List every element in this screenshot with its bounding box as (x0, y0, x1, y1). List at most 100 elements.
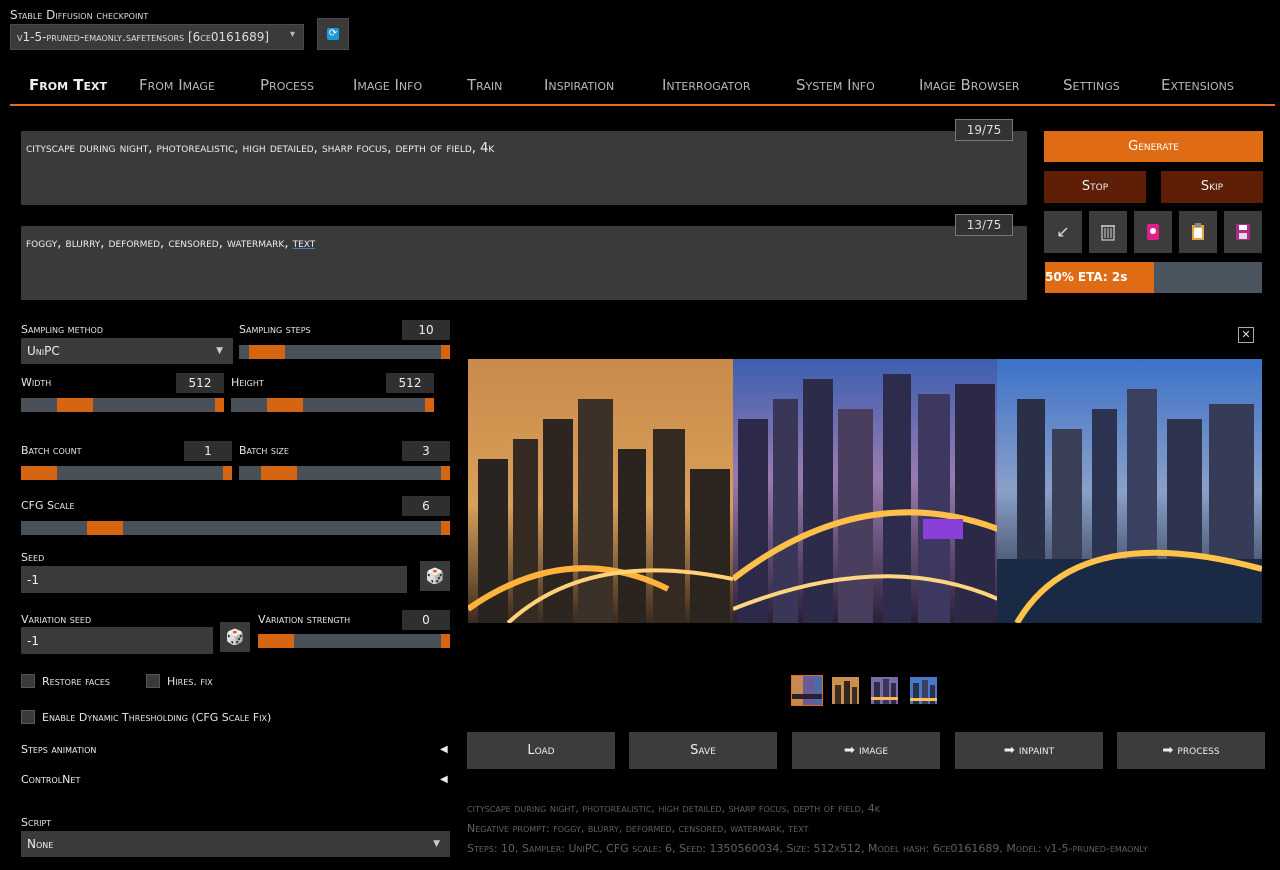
slider-thumb[interactable] (258, 634, 294, 648)
style-icon (1147, 224, 1159, 240)
batch-count-label: Batch count (21, 444, 82, 457)
sampling-steps-slider[interactable] (239, 345, 450, 359)
slider-thumb[interactable] (57, 398, 93, 412)
tab-image-info[interactable]: Image Info (353, 76, 422, 94)
controlnet-header[interactable]: ControlNet (21, 773, 80, 786)
dynamic-thresholding-checkbox[interactable] (21, 710, 35, 724)
send-to-inpaint-button[interactable]: ➡ inpaint (955, 732, 1103, 769)
hires-fix-checkbox[interactable] (146, 674, 160, 688)
refresh-icon: ⟳ (327, 28, 339, 40)
cfg-scale-label: CFG Scale (21, 499, 75, 512)
generated-image-1[interactable] (468, 359, 733, 623)
steps-animation-header[interactable]: Steps animation (21, 743, 96, 756)
tab-interrogator[interactable]: Interrogator (662, 76, 750, 94)
refresh-checkpoint-button[interactable]: ⟳ (317, 18, 349, 50)
gallery-thumbnail-3[interactable] (910, 677, 937, 704)
negative-prompt-text: foggy, blurry, deformed, censored, water… (26, 236, 293, 251)
load-button[interactable]: Load (467, 732, 615, 769)
progress-bar: 50% ETA: 2s (1045, 262, 1262, 293)
gallery-thumbnail-1[interactable] (832, 677, 859, 704)
clipboard-icon (1192, 223, 1204, 240)
sampling-method-value: UniPC (27, 344, 60, 358)
tab-from-image[interactable]: From Image (139, 76, 215, 94)
apply-style-button[interactable] (1179, 211, 1217, 253)
tab-image-browser[interactable]: Image Browser (919, 76, 1020, 94)
script-select[interactable]: None ▼ (21, 831, 450, 857)
checkpoint-label: Stable Diffusion checkpoint (10, 8, 149, 22)
variation-seed-input[interactable]: -1 (21, 627, 213, 654)
slider-thumb[interactable] (267, 398, 303, 412)
dice-icon: 🎲 (425, 567, 445, 585)
negative-prompt-input[interactable]: foggy, blurry, deformed, censored, water… (21, 226, 1027, 300)
variation-strength-label: Variation strength (258, 613, 351, 626)
sampling-steps-input[interactable]: 10 (402, 320, 450, 340)
restore-faces-label: Restore faces (42, 675, 110, 688)
clear-prompt-button[interactable] (1089, 211, 1127, 253)
cfg-scale-input[interactable]: 6 (402, 496, 450, 516)
chevron-down-icon: ▼ (433, 839, 440, 849)
gallery-thumbnail-2[interactable] (871, 677, 898, 704)
read-params-button[interactable]: ↙ (1044, 211, 1082, 253)
generate-button[interactable]: Generate (1044, 131, 1263, 162)
variation-strength-input[interactable]: 0 (402, 610, 450, 630)
height-label: Height (231, 376, 264, 389)
width-slider[interactable] (21, 398, 224, 412)
prompt-input[interactable]: cityscape during night, photorealistic, … (21, 131, 1027, 205)
tab-settings[interactable]: Settings (1063, 76, 1120, 94)
tab-train[interactable]: Train (467, 76, 502, 94)
height-input[interactable]: 512 (386, 373, 434, 393)
width-input[interactable]: 512 (176, 373, 224, 393)
negative-prompt-underlined-word: text (292, 236, 316, 251)
stop-button[interactable]: Stop (1044, 171, 1146, 203)
tab-from-text[interactable]: From Text (29, 76, 107, 94)
show-extra-networks-button[interactable] (1134, 211, 1172, 253)
slider-thumb[interactable] (249, 345, 285, 359)
generation-info-prompt: cityscape during night, photorealistic, … (467, 802, 881, 815)
random-seed-button[interactable]: 🎲 (420, 561, 450, 591)
batch-size-input[interactable]: 3 (402, 441, 450, 461)
chevron-down-icon: ▼ (216, 346, 223, 356)
save-button[interactable]: Save (629, 732, 777, 769)
gallery-thumbnail-grid[interactable] (791, 675, 823, 706)
save-style-button[interactable] (1224, 211, 1262, 253)
slider-thumb[interactable] (261, 466, 297, 480)
slider-end (441, 521, 450, 535)
seed-input[interactable]: -1 (21, 566, 407, 593)
tab-system-info[interactable]: System Info (796, 76, 875, 94)
arrow-icon: ↙ (1056, 222, 1070, 241)
slider-end (441, 466, 450, 480)
batch-count-slider[interactable] (21, 466, 232, 480)
close-gallery-button[interactable]: ✕ (1238, 327, 1254, 343)
sampling-method-select[interactable]: UniPC ▼ (21, 338, 233, 364)
collapse-triangle-icon[interactable]: ◀ (440, 774, 448, 785)
batch-count-input[interactable]: 1 (184, 441, 232, 461)
generated-image-3[interactable] (997, 359, 1263, 623)
dynamic-thresholding-label: Enable Dynamic Thresholding (CFG Scale F… (42, 711, 272, 724)
variation-seed-label: Variation seed (21, 613, 92, 626)
variation-strength-slider[interactable] (258, 634, 450, 648)
cfg-scale-slider[interactable] (21, 521, 450, 535)
height-slider[interactable] (231, 398, 434, 412)
slider-thumb[interactable] (21, 466, 57, 480)
skip-button[interactable]: Skip (1161, 171, 1263, 203)
script-value: None (27, 837, 54, 851)
script-label: Script (21, 816, 52, 829)
generated-image-2[interactable] (732, 359, 998, 623)
tab-inspiration[interactable]: Inspiration (544, 76, 614, 94)
tab-process[interactable]: Process (260, 76, 314, 94)
collapse-triangle-icon[interactable]: ◀ (440, 744, 448, 755)
slider-thumb[interactable] (87, 521, 123, 535)
batch-size-slider[interactable] (239, 466, 450, 480)
checkpoint-select[interactable]: v1-5-pruned-emaonly.safetensors [6ce0161… (10, 24, 304, 50)
restore-faces-checkbox[interactable] (21, 674, 35, 688)
send-to-image-button[interactable]: ➡ image (792, 732, 940, 769)
send-to-process-button[interactable]: ➡ process (1117, 732, 1265, 769)
random-variation-seed-button[interactable]: 🎲 (220, 622, 250, 652)
tab-extensions[interactable]: Extensions (1161, 76, 1234, 94)
batch-size-label: Batch size (239, 444, 289, 457)
save-icon (1236, 224, 1250, 240)
output-gallery (468, 359, 1263, 623)
prompt-token-counter: 19/75 (955, 119, 1013, 141)
slider-end (441, 345, 450, 359)
slider-end (441, 634, 450, 648)
